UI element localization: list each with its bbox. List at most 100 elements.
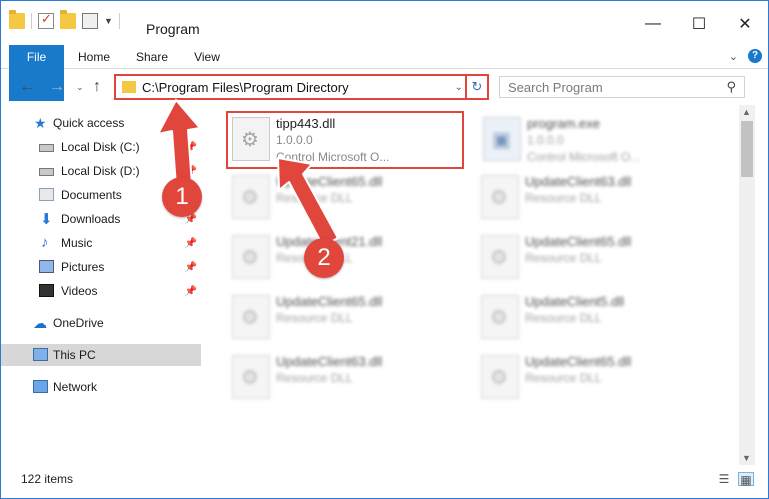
- sidebar-item-quick-access[interactable]: ★ Quick access: [1, 112, 201, 134]
- sidebar-item-label: OneDrive: [53, 316, 104, 330]
- window-controls: — ☐ ✕: [630, 9, 768, 39]
- file-name: UpdateClient65.dll: [276, 294, 383, 309]
- sidebar-item-label: Quick access: [53, 116, 125, 130]
- title-bar: ▼ Program — ☐ ✕: [1, 1, 768, 43]
- list-item[interactable]: UpdateClient65.dll Resource DLL: [475, 229, 715, 285]
- file-name: program.exe: [527, 116, 600, 131]
- search-box[interactable]: ⚲: [499, 76, 745, 98]
- tab-share[interactable]: Share: [133, 45, 171, 69]
- sidebar-item-music[interactable]: ♪ Music 📌: [1, 232, 201, 254]
- pin-icon[interactable]: 📌: [185, 166, 197, 177]
- close-button[interactable]: ✕: [722, 9, 768, 39]
- sidebar-item-onedrive[interactable]: ☁ OneDrive: [1, 312, 201, 334]
- step-1-callout: 1: [162, 177, 202, 217]
- sidebar-item-this-pc[interactable]: This PC: [1, 344, 201, 366]
- scroll-down-icon[interactable]: ▼: [742, 453, 751, 463]
- list-item[interactable]: UpdateClient63.dll Resource DLL: [226, 349, 466, 405]
- scroll-up-icon[interactable]: ▲: [742, 107, 751, 117]
- file-type: Resource DLL: [525, 251, 602, 265]
- sidebar-item-label: Downloads: [61, 212, 121, 226]
- folder-icon[interactable]: [9, 10, 25, 29]
- dll-file-icon: [232, 355, 270, 399]
- dll-file-icon: [232, 175, 270, 219]
- sidebar-item-label: Local Disk (D:): [61, 164, 140, 178]
- file-item-program-exe[interactable]: program.exe 1.0.0.0 Control Microsoft O.…: [477, 111, 717, 167]
- dll-file-icon: [232, 295, 270, 339]
- minimize-button[interactable]: —: [630, 9, 676, 39]
- view-toggle: ☰ ▦: [716, 472, 754, 487]
- sidebar-item-label: Network: [53, 380, 98, 394]
- sidebar-item-label: This PC: [53, 348, 96, 362]
- chevron-down-icon[interactable]: ▼: [104, 16, 113, 26]
- tiles-view-icon[interactable]: ▦: [738, 472, 754, 487]
- tab-view[interactable]: View: [191, 45, 223, 69]
- file-name: UpdateClient5.dll: [525, 294, 625, 309]
- quick-access-toolbar: ▼: [9, 10, 120, 29]
- cloud-icon: ☁: [33, 315, 47, 331]
- dll-file-icon: [481, 295, 519, 339]
- file-list: tipp443.dll 1.0.0.0 Control Microsoft O.…: [204, 109, 739, 466]
- file-type: Resource DLL: [276, 311, 353, 325]
- sidebar-item-label: Documents: [61, 188, 122, 202]
- recent-locations-icon[interactable]: ⌄: [76, 82, 84, 93]
- tab-home[interactable]: Home: [75, 45, 113, 69]
- ribbon-right-controls: ⌄ ?: [729, 49, 762, 63]
- list-item[interactable]: UpdateClient21.dll Resource DLL: [226, 229, 466, 285]
- file-name: UpdateClient65.dll: [276, 174, 383, 189]
- up-arrow-icon[interactable]: ↑: [93, 78, 101, 96]
- explorer-window: ▼ Program — ☐ ✕ File Home Share View ⌄ ?…: [0, 0, 769, 499]
- selection-highlight-box: [226, 111, 464, 169]
- star-icon: ★: [34, 115, 47, 131]
- customize-icon[interactable]: [82, 13, 98, 29]
- toolbar-separator: [118, 13, 120, 29]
- scroll-thumb[interactable]: [741, 121, 753, 177]
- dll-file-icon: [481, 235, 519, 279]
- file-type: Resource DLL: [276, 191, 353, 205]
- pin-icon[interactable]: 📌: [185, 262, 197, 273]
- sidebar-item-label: Pictures: [61, 260, 105, 274]
- search-icon[interactable]: ⚲: [726, 79, 736, 95]
- address-bar[interactable]: C:\Program Files\Program Directory ⌄ ↻: [114, 74, 489, 100]
- file-name: UpdateClient65.dll: [525, 234, 632, 249]
- network-icon: [33, 380, 48, 393]
- chevron-down-icon[interactable]: ⌄: [455, 82, 463, 93]
- documents-icon: [39, 188, 54, 201]
- forward-arrow-icon[interactable]: →: [49, 78, 65, 96]
- details-view-icon[interactable]: ☰: [716, 472, 732, 486]
- list-item[interactable]: UpdateClient65.dll Resource DLL: [226, 289, 466, 345]
- sidebar-item-label: Videos: [61, 284, 98, 298]
- sidebar-item-network[interactable]: Network: [1, 376, 201, 398]
- list-item[interactable]: UpdateClient65.dll Resource DLL: [475, 349, 715, 405]
- window-title: Program: [146, 21, 200, 37]
- list-item[interactable]: UpdateClient65.dll Resource DLL: [226, 169, 466, 225]
- sidebar-item-pictures[interactable]: Pictures 📌: [1, 256, 201, 278]
- back-arrow-icon[interactable]: ←: [19, 78, 35, 96]
- pin-icon[interactable]: 📌: [185, 238, 197, 249]
- list-item[interactable]: UpdateClient5.dll Resource DLL: [475, 289, 715, 345]
- new-folder-icon[interactable]: [60, 10, 76, 29]
- drive-icon: [39, 168, 54, 176]
- download-arrow-icon: ⬇: [40, 211, 53, 228]
- refresh-icon[interactable]: ↻: [465, 76, 487, 98]
- pin-icon[interactable]: 📌: [185, 142, 197, 153]
- expand-ribbon-icon[interactable]: ⌄: [729, 50, 738, 63]
- sidebar-item-videos[interactable]: Videos 📌: [1, 280, 201, 302]
- file-type: Resource DLL: [276, 371, 353, 385]
- folder-icon: [122, 81, 136, 93]
- step-2-callout: 2: [304, 238, 344, 278]
- pictures-icon: [39, 260, 54, 273]
- search-input[interactable]: [508, 80, 708, 95]
- properties-check-icon[interactable]: [38, 11, 54, 29]
- file-type: Resource DLL: [525, 371, 602, 385]
- address-path[interactable]: C:\Program Files\Program Directory: [142, 80, 349, 95]
- pin-icon[interactable]: 📌: [185, 286, 197, 297]
- file-name: UpdateClient63.dll: [276, 354, 383, 369]
- exe-file-icon: [483, 117, 521, 161]
- list-item[interactable]: UpdateClient63.dll Resource DLL: [475, 169, 715, 225]
- maximize-button[interactable]: ☐: [676, 9, 722, 39]
- sidebar-item-local-disk-c[interactable]: Local Disk (C:) 📌: [1, 136, 201, 158]
- vertical-scrollbar[interactable]: ▲ ▼: [739, 105, 755, 465]
- navigation-bar: ← → ⌄ ↑ C:\Program Files\Program Directo…: [1, 70, 768, 104]
- help-icon[interactable]: ?: [748, 49, 762, 63]
- sidebar-item-label: Local Disk (C:): [61, 140, 140, 154]
